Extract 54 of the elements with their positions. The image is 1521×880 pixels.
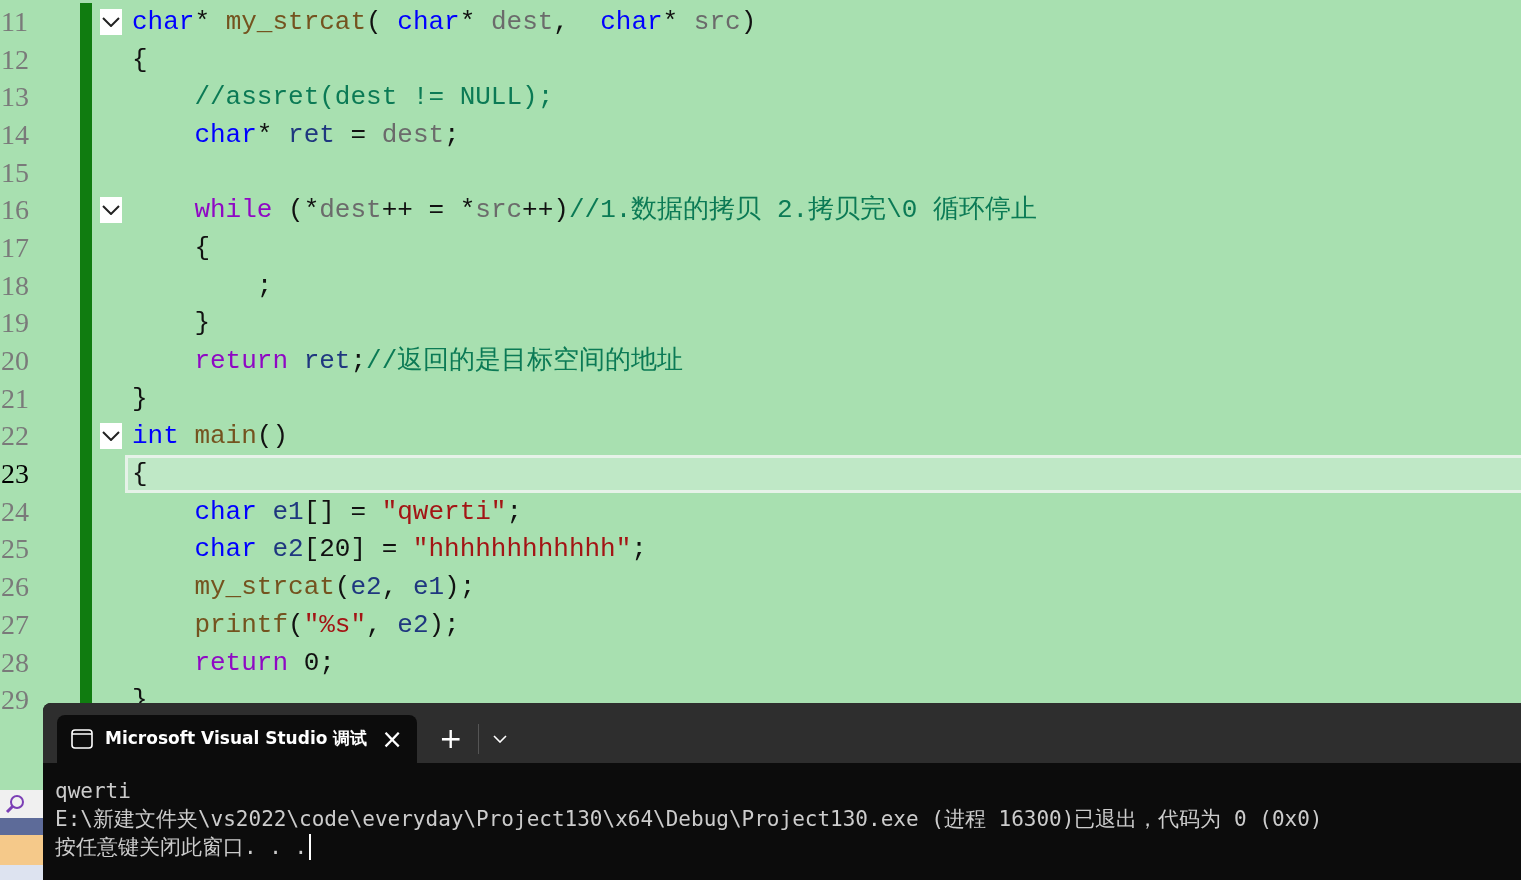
chevron-down-icon <box>102 431 120 442</box>
line-number: 23 <box>0 460 29 489</box>
line-number: 28 <box>0 648 29 677</box>
code-line: printf("%s", e2); <box>193 611 460 638</box>
code-line: my_strcat(e2, e1); <box>193 574 476 601</box>
console-output-line: qwerti <box>55 778 131 805</box>
line-number: 24 <box>0 497 29 526</box>
panel-background <box>0 865 43 880</box>
text-cursor <box>309 834 312 860</box>
line-number: 21 <box>0 384 29 413</box>
line-number: 17 <box>0 233 29 262</box>
panel-header <box>0 818 43 835</box>
line-number: 20 <box>0 347 29 376</box>
line-number: 18 <box>0 271 29 300</box>
chevron-down-icon <box>102 205 120 216</box>
code-line: { <box>132 46 148 73</box>
line-number: 16 <box>0 196 29 225</box>
line-number: 11 <box>0 7 28 36</box>
chevron-down-icon <box>493 735 508 743</box>
code-line: //assret(dest != NULL); <box>193 84 554 111</box>
new-tab-button[interactable]: + <box>431 725 471 753</box>
fold-toggle[interactable] <box>100 423 122 450</box>
code-line: char* my_strcat( char* dest, char* src) <box>132 8 757 35</box>
line-number: 14 <box>0 120 29 149</box>
line-number: 27 <box>0 610 29 639</box>
tab-title: Microsoft Visual Studio 调试 <box>105 727 368 751</box>
code-line: char e1[] = "qwerti"; <box>193 498 523 525</box>
code-line: { <box>193 234 210 261</box>
console-output-line: 按任意键关闭此窗口. . . <box>55 834 308 861</box>
chevron-down-icon <box>102 16 120 27</box>
console-output-line: E:\新建文件夹\vs2022\code\everyday\Project130\x64\Debug\Project130.exe (进程 16300)已退出，代码为 0 (0x0) <box>55 806 1323 833</box>
code-line: { <box>132 461 148 488</box>
console-icon <box>71 729 93 749</box>
code-line: char e2[20] = "hhhhhhhhhhhh"; <box>193 536 647 563</box>
code-line: ; <box>255 272 273 299</box>
code-line: int main() <box>132 423 289 450</box>
line-number: 29 <box>0 686 29 715</box>
line-number: 22 <box>0 422 29 451</box>
line-number: 13 <box>0 83 29 112</box>
terminal-tab[interactable]: Microsoft Visual Studio 调试 × <box>57 715 417 763</box>
close-button[interactable]: × <box>381 726 403 752</box>
code-line: } <box>193 310 210 337</box>
line-number: 12 <box>0 45 29 74</box>
line-number: 26 <box>0 573 29 602</box>
fold-toggle[interactable] <box>100 197 122 224</box>
code-line: } <box>132 385 148 412</box>
line-number: 25 <box>0 535 29 564</box>
fold-toggle[interactable] <box>100 8 122 35</box>
code-line: return ret;//返回的是目标空间的地址 <box>193 348 684 375</box>
line-number: 19 <box>0 309 29 338</box>
code-line: return 0; <box>193 649 335 676</box>
code-line: char* ret = dest; <box>193 121 460 148</box>
code-line: while (*dest++ = *src++)//1.数据的拷贝 2.拷贝完\0 循环停止 <box>193 197 1037 224</box>
line-number: 15 <box>0 158 29 187</box>
